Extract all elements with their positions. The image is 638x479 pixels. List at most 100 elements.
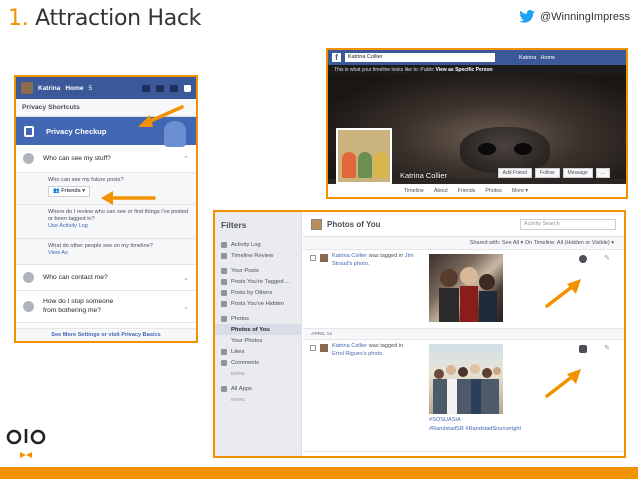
person-figure [374, 152, 388, 178]
privacy-checkup-row[interactable]: Privacy Checkup [16, 117, 196, 147]
sidebar-item-label: Activity Log [231, 241, 261, 248]
friends-audience-button[interactable]: 👥 Friends ▾ [48, 185, 90, 197]
tab-friends[interactable]: Friends [458, 188, 476, 194]
nav-user-name[interactable]: Katrina [519, 55, 536, 61]
friend-requests-icon[interactable] [142, 84, 150, 92]
sub-item-activity-log: Where do I review who can see or find th… [16, 205, 196, 239]
view-as-banner: This is what your timeline looks like to… [328, 65, 626, 75]
sidebar-item-label: Your Posts [231, 267, 259, 274]
tab-more[interactable]: More ▾ [512, 188, 528, 194]
slide-title-text: Attraction Hack [35, 6, 202, 31]
hashtag-link[interactable]: #RandstadSR #RandstadSourceright [429, 425, 521, 434]
sidebar-item-posts-by-others[interactable]: Posts by Others [215, 287, 301, 298]
follow-button[interactable]: Follow [535, 168, 560, 178]
apps-icon [221, 385, 227, 392]
sidebar-more-link[interactable]: MORE [215, 394, 301, 405]
see-more-settings-link[interactable]: See More Settings or visit Privacy Basic… [16, 328, 196, 341]
tab-more-label: More [511, 187, 524, 194]
sidebar-item-posts-tagged[interactable]: Posts You're Tagged ... [215, 276, 301, 287]
twitter-handle: @WinningImpress [539, 10, 630, 23]
sidebar-item-photos-of-you[interactable]: Photos of You [215, 324, 301, 335]
tag-icon [221, 278, 227, 285]
entry-text: Katrina Collier was tagged in Jim Stroud… [332, 253, 416, 268]
photo-owner-link[interactable]: Errol Rigues's photo. [332, 351, 384, 357]
view-as-specific-person-link[interactable]: View as Specific Person [435, 67, 492, 73]
sidebar-item-your-posts[interactable]: Your Posts [215, 265, 301, 276]
section-stop-bothering[interactable]: How do I stop someone from bothering me?… [16, 291, 196, 323]
sidebar-item-all-apps[interactable]: All Apps [215, 383, 301, 394]
entry-checkbox[interactable] [310, 255, 316, 261]
avatar[interactable] [21, 82, 33, 94]
entry-text-middle: was tagged in [367, 253, 405, 259]
section-who-can-see[interactable]: Who can see my stuff? ⌃ [16, 145, 196, 173]
message-button[interactable]: Message [562, 168, 593, 178]
tab-photos[interactable]: Photos [485, 188, 502, 194]
author-link[interactable]: Katrina Collier [332, 253, 367, 259]
view-as-text: This is what your timeline looks like to… [334, 67, 435, 73]
profile-view-panel: f Katrina Collier Katrina Home This is w… [326, 48, 628, 199]
sidebar-item-posts-hidden[interactable]: Posts You've Hidden [215, 298, 301, 309]
sidebar-item-photos[interactable]: Photos [215, 313, 301, 324]
nav-user-name[interactable]: Katrina [38, 85, 60, 92]
tagged-photo[interactable] [429, 254, 503, 322]
person-figure [342, 152, 356, 178]
slide-title: 1. Attraction Hack [8, 6, 201, 31]
edit-pencil-icon[interactable]: ✎ [604, 254, 610, 262]
sidebar-item-label: Likes [231, 348, 245, 355]
use-activity-log-link[interactable]: Use Activity Log [48, 223, 189, 230]
section-who-can-contact[interactable]: Who can contact me? ⌄ [16, 265, 196, 291]
hashtag-link[interactable]: #SOSUASIA [429, 416, 503, 425]
home-count-badge: 5 [88, 84, 93, 92]
view-as-link[interactable]: View As [48, 250, 189, 257]
filters-title: Filters [221, 220, 247, 230]
sidebar-more-link[interactable]: MORE [215, 368, 301, 379]
nav-home[interactable]: Home [65, 85, 83, 92]
sidebar-item-timeline-review[interactable]: Timeline Review [215, 250, 301, 261]
tagged-photo[interactable] [429, 344, 503, 414]
like-icon [221, 348, 227, 355]
tab-about[interactable]: About [434, 188, 448, 194]
profile-name: Katrina Collier [400, 171, 448, 180]
section-label: Who can contact me? [43, 274, 108, 281]
chevron-down-icon[interactable]: ⌄ [183, 303, 189, 311]
sidebar-item-likes[interactable]: Likes [215, 346, 301, 357]
person-icon [221, 267, 227, 274]
activity-filters[interactable]: Shared with: See All ▾ On Timeline: All … [303, 237, 624, 250]
photos-icon [311, 218, 322, 230]
messages-icon[interactable] [156, 84, 164, 92]
comment-icon [221, 359, 227, 366]
privacy-lock-icon[interactable] [184, 84, 191, 92]
chevron-up-icon[interactable]: ⌃ [183, 155, 189, 163]
sidebar-item-comments[interactable]: Comments [215, 357, 301, 368]
sidebar-item-label: All Apps [231, 385, 252, 392]
add-friend-button[interactable]: Add Friend [497, 168, 533, 178]
public-audience-icon[interactable] [579, 255, 587, 263]
profile-actions: Add Friend Follow Message ... [497, 168, 610, 178]
people-icon [221, 289, 227, 296]
profile-tabs: Timeline About Friends Photos More ▾ [328, 184, 626, 197]
friends-audience-icon[interactable] [579, 345, 587, 353]
friends-button-label: Friends [61, 187, 81, 194]
footer-bar [0, 467, 638, 479]
review-icon [221, 252, 227, 259]
activity-search-input[interactable]: Activity Search [520, 218, 616, 230]
nav-home[interactable]: Home [540, 55, 555, 61]
author-link[interactable]: Katrina Collier [332, 343, 367, 349]
search-input[interactable]: Katrina Collier [345, 53, 495, 62]
sidebar-item-activity-log[interactable]: Activity Log [215, 239, 301, 250]
people-photo-image [439, 267, 497, 322]
slide-number: 1. [8, 6, 29, 31]
profile-picture[interactable] [336, 128, 392, 184]
sidebar-item-label: Timeline Review [231, 252, 274, 259]
entry-checkbox[interactable] [310, 345, 316, 351]
chevron-down-icon[interactable]: ⌄ [183, 274, 189, 282]
notifications-icon[interactable] [170, 84, 178, 92]
tab-timeline[interactable]: Timeline [404, 188, 424, 194]
edit-pencil-icon[interactable]: ✎ [604, 344, 610, 352]
person-figure [358, 152, 372, 178]
olo-logo-icon [6, 429, 46, 458]
more-options-button[interactable]: ... [595, 168, 610, 178]
sidebar-item-your-photos[interactable]: Your Photos [215, 335, 301, 346]
facebook-logo-icon[interactable]: f [332, 53, 341, 62]
date-separator: APRIL 14 [303, 329, 624, 340]
